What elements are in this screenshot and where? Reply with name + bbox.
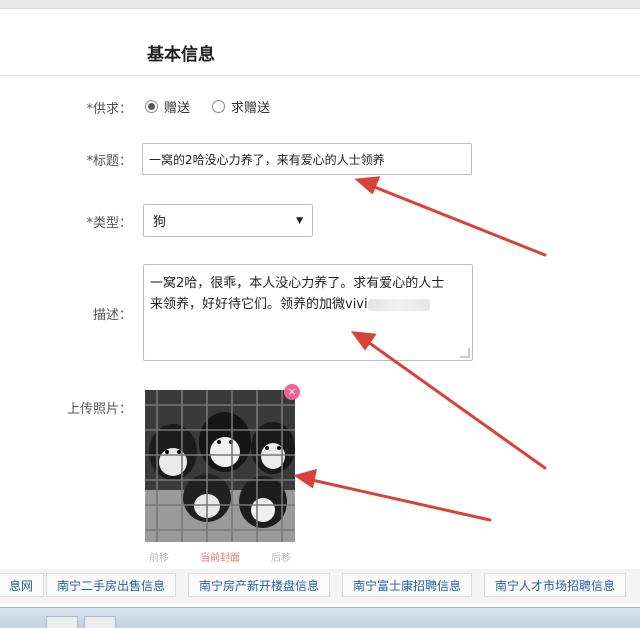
description-line-2: 来领养，好好待它们。领养的加微vivi xyxy=(150,294,466,315)
arrow-head-title xyxy=(354,176,381,195)
resize-handle[interactable] xyxy=(460,348,470,358)
related-link[interactable]: 南宁富士康招聘信息 xyxy=(342,573,473,597)
arrow-to-photo xyxy=(310,478,492,522)
browser-top-edge xyxy=(0,0,640,9)
remove-photo-button[interactable]: × xyxy=(284,384,300,400)
description-textarea[interactable]: 一窝2哈，很乖，本人没心力养了。求有爱心的人士 来领养，好好待它们。领养的加微v… xyxy=(143,264,473,361)
description-line-1: 一窝2哈，很乖，本人没心力养了。求有爱心的人士 xyxy=(150,276,445,291)
taskbar-button[interactable] xyxy=(46,616,78,628)
type-label: *类型： xyxy=(86,216,132,231)
arrow-head-photo xyxy=(293,468,317,489)
move-next-button[interactable]: 后移 xyxy=(267,547,295,566)
taskbar-button[interactable] xyxy=(84,616,116,628)
related-link[interactable]: 南宁人才市场招聘信息 xyxy=(484,573,627,597)
photo-label: 上传照片： xyxy=(66,402,132,417)
title-input[interactable] xyxy=(142,143,472,175)
radio-give[interactable]: 赠送 xyxy=(145,97,190,116)
type-select[interactable]: 狗 ▼ xyxy=(143,204,313,237)
set-cover-button[interactable]: 当前封面 xyxy=(196,547,244,566)
radio-give-indicator[interactable] xyxy=(145,100,158,113)
chevron-down-icon: ▼ xyxy=(296,215,303,226)
description-label: 描述： xyxy=(92,308,132,323)
related-link[interactable]: 南宁二手房出售信息 xyxy=(46,573,177,597)
section-title: 基本信息 xyxy=(147,45,215,65)
move-prev-button[interactable]: 前移 xyxy=(145,547,173,566)
radio-request-label: 求赠送 xyxy=(231,101,271,116)
radio-request-indicator[interactable] xyxy=(212,100,226,113)
radio-request[interactable]: 求赠送 xyxy=(212,97,270,116)
related-link[interactable]: 息网 xyxy=(0,573,45,597)
radio-give-label: 赠送 xyxy=(164,101,191,116)
arrow-to-title xyxy=(370,184,547,257)
blurred-contact xyxy=(367,298,430,311)
photo-actions: 前移 当前封面 后移 xyxy=(145,547,295,566)
title-label: *标题： xyxy=(86,154,132,169)
header-divider xyxy=(0,75,640,76)
related-link[interactable]: 南宁房产新开楼盘信息 xyxy=(188,573,331,597)
uploaded-photo xyxy=(145,390,295,542)
type-select-value: 狗 xyxy=(153,215,167,230)
description-line-2-text: 来领养，好好待它们。领养的加微vivi xyxy=(150,297,368,312)
supply-label: *供求： xyxy=(86,102,132,117)
supply-radio-group: 赠送 求赠送 xyxy=(145,97,292,116)
